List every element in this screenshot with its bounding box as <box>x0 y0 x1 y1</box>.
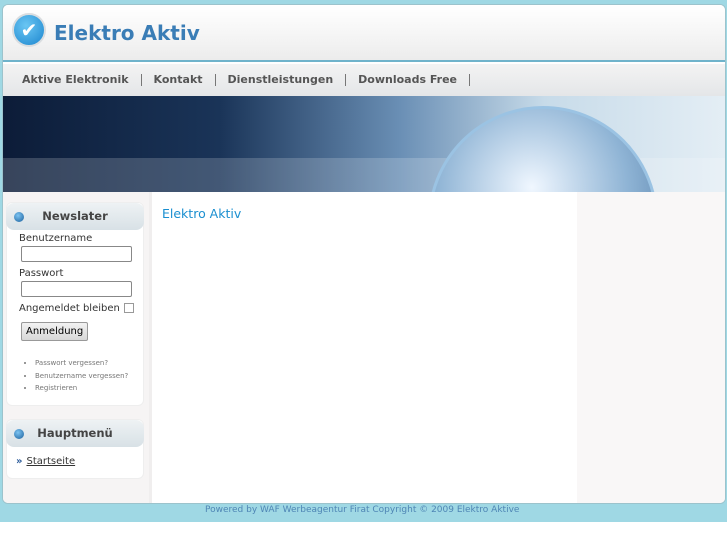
login-module: Newslater Benutzername Passwort Angemeld… <box>6 202 144 406</box>
forgot-username-link[interactable]: Benutzername vergessen? <box>35 370 143 383</box>
module-title: Hauptmenü <box>37 426 113 440</box>
footer-copyright: Powered by WAF Werbeagentur Firat Copyri… <box>205 505 520 515</box>
header: ✔ Elektro Aktiv <box>3 5 725 62</box>
register-link[interactable]: Registrieren <box>35 382 143 395</box>
forgot-password-link[interactable]: Passwort vergessen? <box>35 357 143 370</box>
page-heading: Elektro Aktiv <box>162 206 242 221</box>
password-input[interactable] <box>21 281 132 297</box>
login-button[interactable]: Anmeldung <box>21 322 89 341</box>
main-menu-module: Hauptmenü » Startseite <box>6 419 144 479</box>
username-input[interactable] <box>21 246 132 262</box>
globe-banner <box>3 96 725 192</box>
double-chevron-icon: » <box>16 456 23 467</box>
site-title[interactable]: Elektro Aktiv <box>54 21 200 45</box>
left-sidebar: Newslater Benutzername Passwort Angemeld… <box>3 192 149 503</box>
right-sidebar <box>577 192 725 503</box>
main-content: Elektro Aktiv <box>149 192 577 503</box>
password-label: Passwort <box>19 268 64 279</box>
nav-aktive-elektronik[interactable]: Aktive Elektronik <box>10 74 142 86</box>
module-title: Newslater <box>42 209 108 223</box>
page-frame: ✔ Elektro Aktiv Aktive Elektronik Kontak… <box>2 4 726 504</box>
remember-label: Angemeldet bleiben <box>19 303 120 314</box>
nav-downloads-free[interactable]: Downloads Free <box>346 74 471 86</box>
checkmark-logo-icon: ✔ <box>12 13 46 47</box>
username-label: Benutzername <box>19 233 93 244</box>
menu-item-startseite[interactable]: Startseite <box>26 456 75 467</box>
main-nav: Aktive Elektronik Kontakt Dienstleistung… <box>3 64 725 96</box>
nav-dienstleistungen[interactable]: Dienstleistungen <box>216 74 347 86</box>
globe-image <box>428 106 658 192</box>
remember-checkbox[interactable] <box>123 303 134 313</box>
nav-kontakt[interactable]: Kontakt <box>142 74 216 86</box>
